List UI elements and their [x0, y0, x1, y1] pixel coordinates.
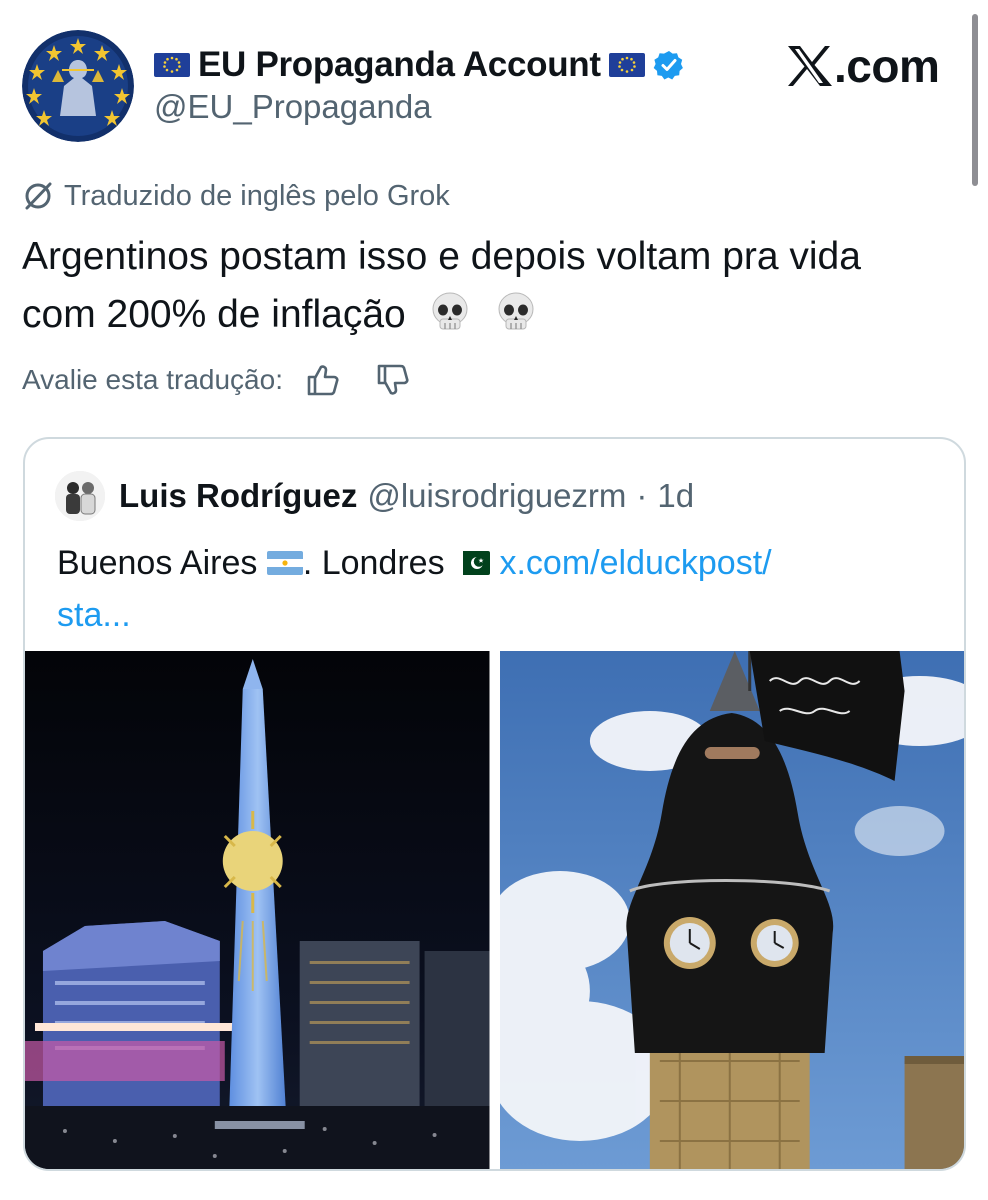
- display-name[interactable]: EU Propaganda Account: [198, 45, 601, 85]
- skull-emoji-icon: [498, 292, 534, 330]
- pakistan-flag-icon: [454, 551, 491, 575]
- quoted-tweet-text: Buenos Aires . Londres x.com/elduckpost/…: [57, 537, 937, 641]
- argentina-flag-icon: [266, 551, 303, 575]
- separator-dot: ·: [636, 477, 648, 514]
- quoted-text-part-1: Buenos Aires: [57, 544, 258, 582]
- brand-suffix: .com: [834, 40, 940, 92]
- thumbs-down-button[interactable]: [373, 360, 413, 400]
- author-name-row[interactable]: EU Propaganda Account: [154, 40, 685, 90]
- tweet-text-line-1: Argentinos postam isso e depois voltam p…: [22, 235, 861, 278]
- quoted-text-part-2: . Londres: [302, 544, 445, 582]
- thumbs-down-icon: [377, 364, 409, 395]
- tweet-text-line-2: com 200% de inflação: [22, 286, 962, 344]
- rate-translation-label: Avalie esta tradução:: [22, 364, 283, 395]
- quoted-link-part-1[interactable]: x.com/elduckpost/: [499, 544, 771, 582]
- quoted-author-avatar[interactable]: [55, 471, 105, 521]
- tweet-text-line-2-text: com 200% de inflação: [22, 293, 406, 336]
- thumbs-up-icon: [307, 365, 339, 396]
- author-handle[interactable]: @EU_Propaganda: [154, 88, 432, 126]
- x-brand-watermark: .com: [786, 36, 940, 96]
- quoted-tweet-card[interactable]: Luis Rodríguez @luisrodriguezrm · 1d Bue…: [23, 437, 966, 1171]
- scrollbar[interactable]: [972, 14, 978, 186]
- thumbs-up-button[interactable]: [303, 360, 343, 400]
- media-image-buenos-aires[interactable]: [25, 651, 490, 1169]
- x-logo-icon: [788, 46, 832, 86]
- media-image-london[interactable]: [499, 651, 964, 1169]
- translation-note: Traduzido de inglês pelo Grok: [22, 176, 450, 216]
- eu-flag-icon: [608, 53, 645, 77]
- quoted-media-grid: [25, 651, 964, 1169]
- quoted-author-name[interactable]: Luis Rodríguez: [119, 477, 357, 515]
- eu-flag-icon: [154, 53, 190, 77]
- quoted-timestamp[interactable]: 1d: [657, 477, 694, 515]
- grok-slash-icon: [25, 182, 52, 210]
- verified-badge-icon[interactable]: [653, 49, 685, 81]
- tweet-text: Argentinos postam isso e depois voltam p…: [22, 228, 962, 344]
- profile-avatar[interactable]: [22, 30, 134, 142]
- quoted-tweet-header: Luis Rodríguez @luisrodriguezrm · 1d: [55, 469, 694, 523]
- quoted-author-handle[interactable]: @luisrodriguezrm: [367, 477, 626, 515]
- quoted-link-part-2[interactable]: sta...: [57, 596, 131, 634]
- skull-emoji-icon: [432, 292, 468, 330]
- rate-translation: Avalie esta tradução:: [22, 358, 413, 402]
- translation-note-text: Traduzido de inglês pelo Grok: [64, 179, 450, 212]
